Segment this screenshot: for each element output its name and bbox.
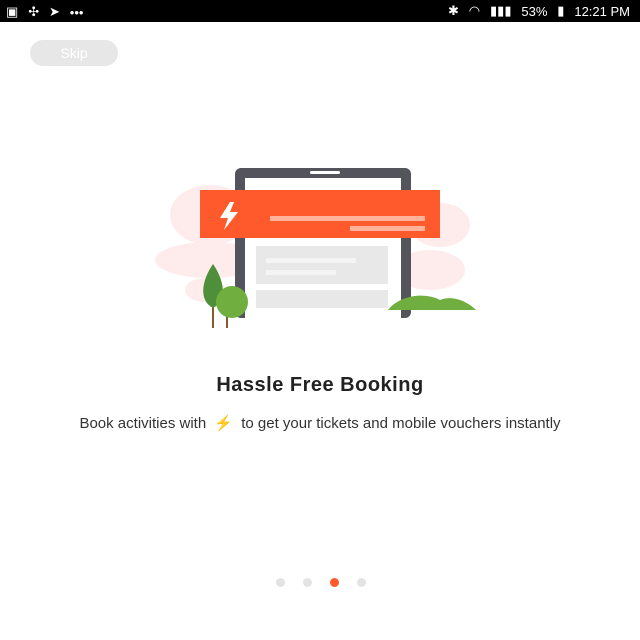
battery-percent: 53% — [521, 3, 548, 19]
tree-2 — [216, 286, 248, 318]
fan-icon: ✣ — [28, 4, 40, 20]
content-card-1 — [256, 246, 388, 284]
clock-time: 12:21 PM — [574, 3, 630, 19]
status-bar-left: ▣ ✣ ➤ ••• — [6, 3, 89, 20]
status-bar-right: ✱ ◠ ▮▮▮ 53% ▮ 12:21 PM — [442, 2, 630, 19]
share-icon: ➤ — [48, 4, 60, 20]
pagination-dot[interactable] — [357, 578, 366, 587]
content-line-2 — [266, 270, 336, 275]
bolt-icon-inline: ⚡ — [214, 415, 234, 432]
onboarding-illustration — [155, 168, 476, 328]
onboarding-title: Hassle Free Booking — [216, 374, 424, 396]
banner-line-1 — [270, 216, 425, 221]
content-card-2 — [256, 290, 388, 308]
gallery-icon: ▣ — [6, 4, 19, 20]
skip-button[interactable]: Skip — [30, 40, 118, 66]
battery-icon: ▮ — [557, 3, 565, 19]
pagination-dots — [270, 578, 370, 588]
pagination-dot[interactable] — [276, 578, 285, 587]
description-part-1: Book activities with — [79, 415, 207, 432]
bluetooth-icon: ✱ — [447, 3, 459, 19]
pagination-dot-active[interactable] — [330, 578, 339, 587]
banner-line-2 — [350, 226, 425, 231]
status-bar: ▣ ✣ ➤ ••• ✱ ◠ ▮▮▮ 53% ▮ 12:21 PM — [0, 0, 640, 22]
signal-icon: ▮▮▮ — [490, 3, 512, 19]
onboarding-description: Book activities with ⚡ to get your ticke… — [70, 414, 570, 434]
wifi-icon: ◠ — [468, 3, 481, 19]
phone-speaker — [310, 171, 340, 174]
pagination-dot[interactable] — [303, 578, 312, 587]
content-line-1 — [266, 258, 356, 263]
description-part-2: to get your tickets and mobile vouchers … — [241, 415, 561, 432]
more-icon: ••• — [69, 4, 84, 20]
